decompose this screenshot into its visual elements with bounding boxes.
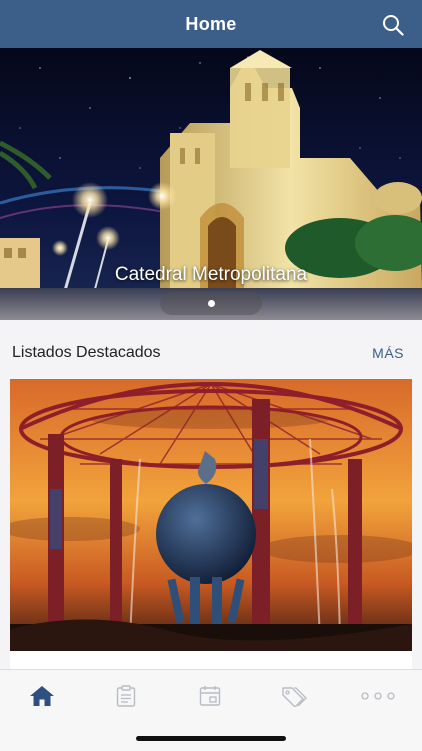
page-title: Home [185, 13, 237, 34]
gazebo-sunset-image [10, 379, 412, 651]
tags-icon [282, 687, 307, 707]
tab-deals[interactable] [274, 682, 314, 710]
hero-carousel[interactable]: Catedral Metropolitana [0, 48, 422, 320]
calendar-icon [199, 686, 221, 706]
app-header: Home [0, 0, 422, 48]
section-title: Listados Destacados [12, 344, 161, 361]
carousel-page-indicator[interactable] [160, 291, 262, 315]
featured-section-header: Listados Destacados MÁS [0, 320, 422, 378]
home-icon [30, 686, 54, 706]
tab-home[interactable] [22, 682, 62, 710]
tab-listings[interactable] [106, 682, 146, 710]
home-indicator[interactable] [136, 736, 286, 741]
hero-caption: Catedral Metropolitana [114, 264, 308, 285]
tab-events[interactable] [190, 682, 230, 710]
search-icon[interactable] [382, 14, 404, 36]
more-button[interactable]: MÁS [372, 345, 404, 361]
clipboard-icon [116, 685, 136, 707]
carousel-dot-active [207, 299, 215, 307]
more-icon [361, 692, 395, 700]
featured-listing-card[interactable] [10, 379, 412, 669]
tab-more[interactable] [358, 682, 398, 710]
